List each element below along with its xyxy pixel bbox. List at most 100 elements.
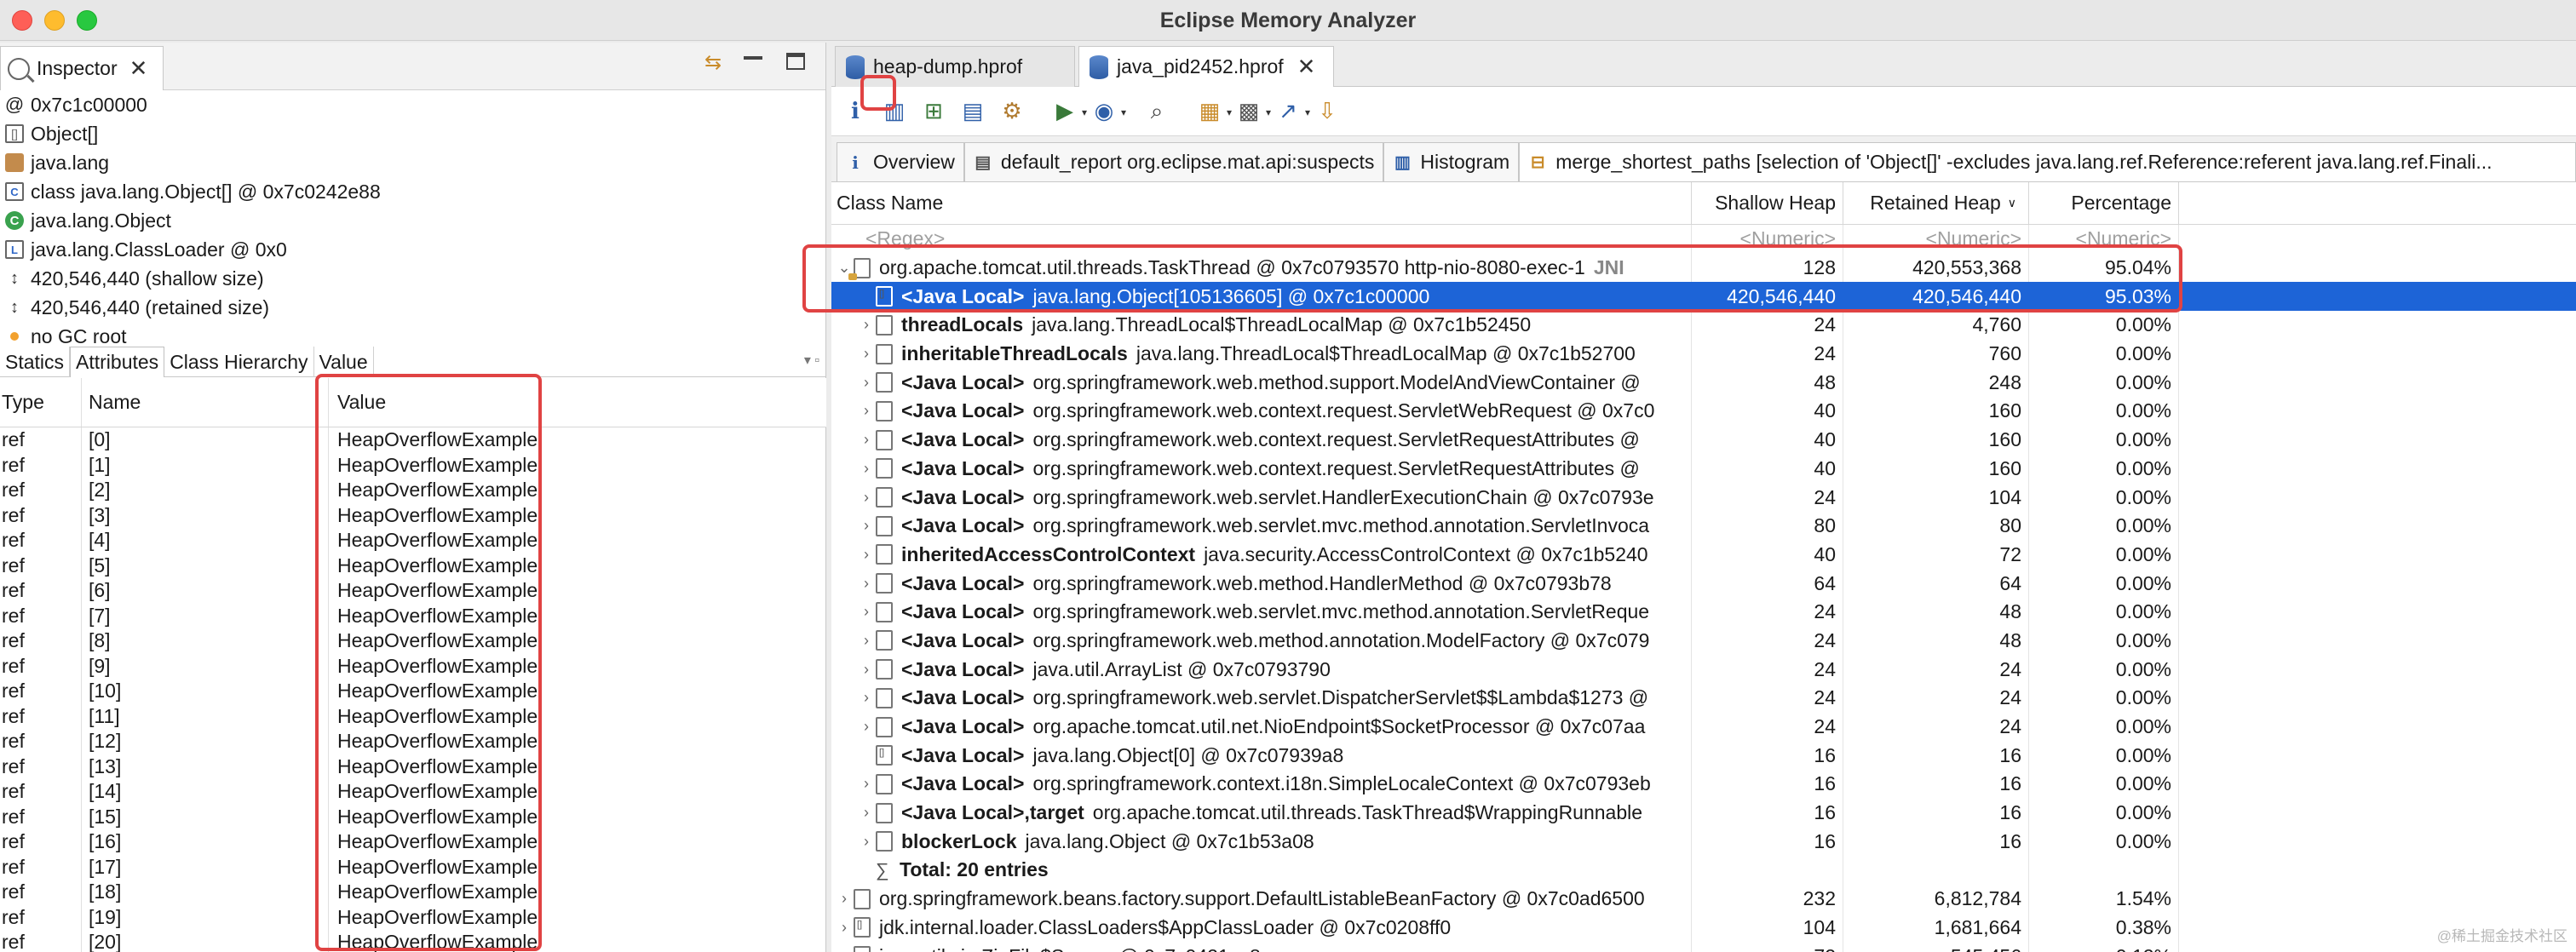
group-by-icon[interactable]: ▦ ▾ [1193,95,1232,129]
table-row[interactable]: <Java Local> java.lang.Object[105136605] … [831,282,2576,312]
table-row[interactable]: › java.util.zip.ZipFile$Source @ 0x7c0421… [831,942,2576,952]
tab-java-pid2452[interactable]: java_pid2452.hprof ✕ [1078,46,1334,87]
expand-toggle-icon[interactable]: › [835,948,854,952]
table-row[interactable]: › <Java Local> org.springframework.web.ser… [831,483,2576,512]
maximize-view-icon[interactable] [786,53,810,73]
inspector-item-package[interactable]: java.lang [0,148,825,177]
table-row[interactable]: › <Java Local> org.springframework.web.met… [831,569,2576,598]
view-menu-icon[interactable]: ▾ ▫ [804,352,819,369]
close-icon[interactable]: ✕ [1297,54,1316,80]
table-row[interactable]: ⌄ org.apache.tomcat.util.threads.TaskThre… [831,253,2576,283]
table-row[interactable]: › <Java Local> org.springframework.web.con… [831,397,2576,426]
table-row[interactable]: › <Java Local> org.springframework.web.con… [831,425,2576,455]
column-header-name[interactable]: Name [82,378,329,427]
calculator-icon[interactable]: ▩ ▾ [1232,95,1271,129]
table-row[interactable]: › threadLocals java.lang.ThreadLocal$Threa… [831,311,2576,340]
table-row[interactable]: › <Java Local> org.springframework.web.met… [831,626,2576,656]
shallow-filter-input[interactable]: <Numeric> [1692,225,1843,254]
table-row[interactable]: ref [9] HeapOverflowExample [0,653,826,679]
expand-toggle-icon[interactable]: › [857,718,876,736]
table-row[interactable]: ref [10] HeapOverflowExample [0,679,826,704]
tab-attributes[interactable]: Attributes [70,347,165,377]
table-row[interactable]: ref [17] HeapOverflowExample [0,854,826,880]
tab-statics[interactable]: Statics [0,347,71,377]
table-row[interactable]: ref [4] HeapOverflowExample [0,528,826,553]
expand-toggle-icon[interactable]: › [857,517,876,535]
expand-toggle-icon[interactable]: › [857,546,876,564]
table-row[interactable]: ref [7] HeapOverflowExample [0,603,826,628]
expand-toggle-icon[interactable]: › [857,804,876,822]
table-row[interactable]: ref [1] HeapOverflowExample [0,452,826,478]
inspector-item-shallow-size[interactable]: ↕ 420,546,440 (shallow size) [0,264,825,293]
table-row[interactable]: ref [20] HeapOverflowExample [0,930,826,952]
search-icon[interactable]: ⌕ [1140,95,1174,129]
expand-toggle-icon[interactable]: › [857,431,876,449]
export-icon[interactable]: ↗ ▾ [1271,95,1310,129]
minimize-view-icon[interactable] [744,53,768,73]
table-row[interactable]: ref [18] HeapOverflowExample [0,880,826,905]
table-row[interactable]: › inheritableThreadLocals java.lang.Thread… [831,339,2576,369]
inspector-item-retained-size[interactable]: ↕ 420,546,440 (retained size) [0,293,825,322]
table-row[interactable]: › blockerLock java.lang.Object @ 0x7c1b53a… [831,827,2576,857]
expand-toggle-icon[interactable]: › [857,603,876,621]
table-row[interactable]: ref [11] HeapOverflowExample [0,703,826,729]
run-report-icon[interactable]: ▶ ▾ [1048,95,1087,129]
table-row[interactable]: <Java Local> java.lang.Object[0] @ 0x7c07… [831,741,2576,771]
column-header-percentage[interactable]: Percentage [2029,182,2179,224]
expand-toggle-icon[interactable]: › [857,661,876,679]
tab-value[interactable]: Value [314,347,374,377]
inspector-item-class[interactable]: C class java.lang.Object[] @ 0x7c0242e88 [0,177,825,206]
table-row[interactable]: › org.springframework.beans.factory.suppo… [831,884,2576,914]
tab-merge-shortest-paths[interactable]: ⊟ merge_shortest_paths [selection of 'Ob… [1519,142,2576,181]
column-header-retained-heap[interactable]: Retained Heap ∨ [1843,182,2029,224]
column-header-value[interactable]: Value [329,378,542,427]
table-row[interactable]: › <Java Local>,target org.apache.tomcat.ut… [831,798,2576,828]
expand-toggle-icon[interactable]: › [857,632,876,650]
table-row[interactable]: ref [3] HeapOverflowExample [0,502,826,528]
expand-toggle-icon[interactable]: › [857,689,876,707]
table-row[interactable]: › <Java Local> org.springframework.context… [831,770,2576,799]
table-row[interactable]: › jdk.internal.loader.ClassLoaders$AppCla… [831,913,2576,943]
tab-class-hierarchy[interactable]: Class Hierarchy [164,347,314,377]
expand-toggle-icon[interactable]: › [835,890,854,908]
table-row[interactable]: › <Java Local> org.springframework.web.ser… [831,511,2576,541]
table-row[interactable]: ∑ Total: 20 entries [831,856,2576,885]
inspector-item-type[interactable]: [] Object[] [0,119,825,148]
tab-heap-dump[interactable]: heap-dump.hprof [835,46,1075,87]
table-row[interactable]: ref [16] HeapOverflowExample [0,829,826,855]
table-row[interactable]: › <Java Local> org.apache.tomcat.util.net.… [831,712,2576,742]
table-row[interactable]: › <Java Local> java.util.ArrayList @ 0x7c0… [831,655,2576,684]
table-row[interactable]: › <Java Local> org.springframework.web.con… [831,454,2576,484]
oql-icon[interactable]: ▤ [956,95,990,129]
table-row[interactable]: ref [14] HeapOverflowExample [0,779,826,805]
expand-toggle-icon[interactable]: › [857,316,876,334]
expand-toggle-icon[interactable]: › [857,489,876,507]
tab-overview[interactable]: i Overview [837,142,964,181]
pin-icon[interactable]: ⇩ [1310,95,1344,129]
tab-default-report[interactable]: ▤ default_report org.eclipse.mat.api:sus… [963,142,1384,181]
table-row[interactable]: ref [8] HeapOverflowExample [0,628,826,654]
percent-filter-input[interactable]: <Numeric> [2029,225,2179,254]
expand-toggle-icon[interactable]: › [857,345,876,363]
table-row[interactable]: ref [13] HeapOverflowExample [0,754,826,779]
histogram-icon[interactable]: ▥ [877,95,911,129]
expand-toggle-icon[interactable]: › [835,919,854,937]
column-header-type[interactable]: Type [0,378,82,427]
table-row[interactable]: ref [5] HeapOverflowExample [0,553,826,578]
expand-toggle-icon[interactable]: › [857,775,876,793]
query-browser-icon[interactable]: ◉ ▾ [1087,95,1126,129]
gear-icon[interactable]: ⚙ [995,95,1029,129]
column-header-class-name[interactable]: Class Name [831,182,1692,224]
table-row[interactable]: ref [15] HeapOverflowExample [0,804,826,829]
expand-toggle-icon[interactable]: › [857,402,876,420]
expand-toggle-icon[interactable]: › [857,833,876,851]
table-row[interactable]: › <Java Local> org.springframework.web.ser… [831,684,2576,713]
table-row[interactable]: ref [19] HeapOverflowExample [0,904,826,930]
table-row[interactable]: ref [6] HeapOverflowExample [0,578,826,604]
expand-toggle-icon[interactable]: › [857,374,876,392]
table-row[interactable]: ref [0] HeapOverflowExample [0,427,826,453]
inspector-item-classloader[interactable]: L java.lang.ClassLoader @ 0x0 [0,235,825,264]
info-icon[interactable]: i [838,95,872,129]
table-row[interactable]: › inheritedAccessControlContext java.secur… [831,540,2576,570]
inspector-item-address[interactable]: @ 0x7c1c00000 [0,90,825,119]
